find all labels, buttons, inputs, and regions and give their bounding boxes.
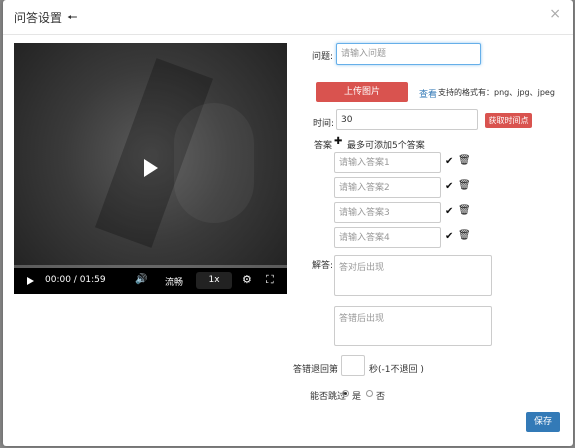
skip-yes-label: 是 [352, 392, 362, 402]
dialog-title: 问答设置 [14, 11, 63, 25]
trash-icon[interactable]: 🗑 [458, 230, 471, 241]
rewind-seconds-input[interactable] [341, 355, 365, 376]
supported-formats-text: 支持的格式有：png、jpg、jpeg [438, 88, 555, 97]
answer-input-3[interactable] [334, 202, 441, 223]
question-label: 问题: [312, 52, 334, 62]
time-input[interactable] [336, 109, 478, 130]
correct-explain-textarea[interactable] [334, 255, 492, 296]
gear-icon[interactable]: ⚙ [242, 273, 252, 286]
video-time: 00:00 / 01:59 [45, 275, 106, 285]
answer-input-2[interactable] [334, 177, 441, 198]
rewind-hint: 秒(-1不退回 ) [369, 365, 424, 375]
check-icon[interactable]: ✔ [445, 206, 453, 217]
video-player[interactable]: 00:00 / 01:59 🔊 流畅 1x ⚙ ⛶ [14, 43, 287, 294]
volume-icon[interactable]: 🔊 [135, 274, 147, 285]
question-settings-dialog: 问答设置 🠔 × 00:00 / 01:59 🔊 流畅 1x ⚙ ⛶ 问题: 上… [3, 0, 573, 446]
question-input[interactable] [336, 43, 481, 65]
answer-label: 答案 [314, 141, 333, 151]
rewind-label: 答错退回第 [293, 365, 339, 375]
skip-label: 能否跳过 [310, 392, 347, 402]
check-icon[interactable]: ✔ [445, 231, 453, 242]
play-icon[interactable] [27, 277, 34, 285]
trash-icon[interactable]: 🗑 [458, 180, 471, 191]
add-answer-hint: 最多可添加5个答案 [347, 141, 425, 151]
skip-no-label: 否 [376, 392, 386, 402]
speed-button[interactable]: 1x [196, 272, 232, 289]
wrong-explain-textarea[interactable] [334, 306, 492, 346]
dialog-header: 问答设置 🠔 × [3, 0, 573, 35]
quality-button[interactable]: 流畅 [165, 275, 183, 288]
explain-label: 解答: [312, 261, 334, 271]
plus-icon[interactable]: ✚ [334, 136, 342, 147]
trash-icon[interactable]: 🗑 [458, 155, 471, 166]
video-control-bar: 00:00 / 01:59 🔊 流畅 1x ⚙ ⛶ [14, 268, 287, 294]
arrow-left-icon[interactable]: 🠔 [67, 8, 78, 29]
skip-no-radio[interactable] [366, 390, 373, 397]
upload-image-button[interactable]: 上传图片 [316, 82, 408, 102]
big-play-icon[interactable] [144, 159, 158, 177]
answer-input-1[interactable] [334, 152, 441, 173]
check-icon[interactable]: ✔ [445, 156, 453, 167]
skip-yes-radio[interactable] [342, 390, 349, 397]
get-time-button[interactable]: 获取时间点 [485, 113, 532, 128]
save-button[interactable]: 保存 [526, 412, 560, 432]
close-icon[interactable]: × [549, 6, 561, 22]
video-frame-shape [174, 103, 254, 223]
check-icon[interactable]: ✔ [445, 181, 453, 192]
fullscreen-icon[interactable]: ⛶ [266, 273, 274, 287]
trash-icon[interactable]: 🗑 [458, 205, 471, 216]
view-image-link[interactable]: 查看 [419, 87, 437, 100]
answer-input-4[interactable] [334, 227, 441, 248]
time-label: 时间: [313, 119, 335, 129]
